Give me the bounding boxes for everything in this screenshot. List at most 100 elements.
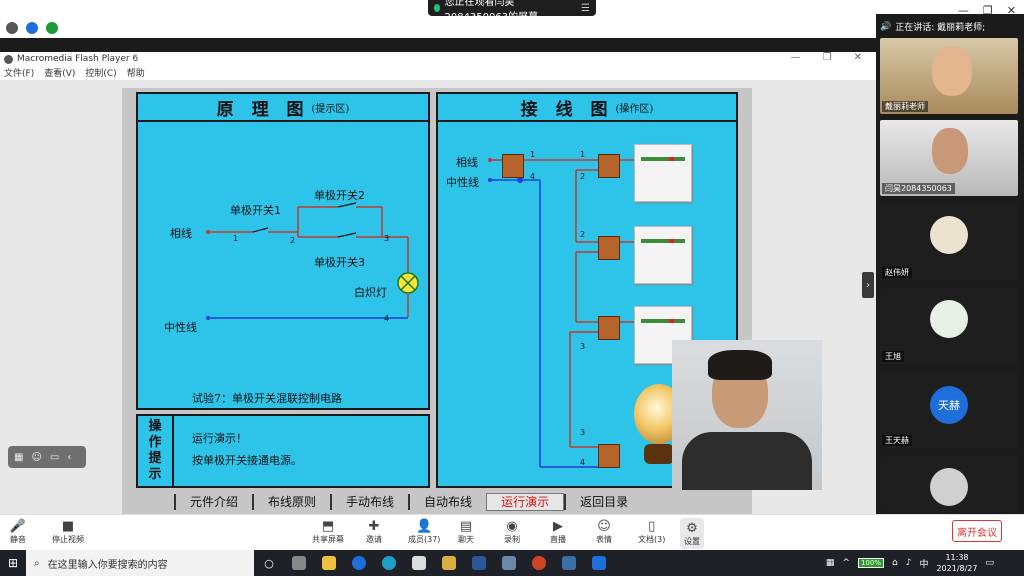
notification-icon[interactable]: ▭ [985, 558, 994, 568]
menu-icon[interactable]: ☰ [581, 3, 590, 14]
ops-line-1: 运行演示！ [192, 432, 247, 445]
wire-number: 1 [233, 234, 239, 243]
tab-run-demo[interactable]: 运行演示 [486, 493, 565, 511]
share-screen-button[interactable]: ⬒ 共享屏幕 [312, 518, 344, 545]
menu-file[interactable]: 文件(F) [4, 66, 34, 80]
wire-number: 3 [580, 428, 586, 437]
label-switch-3: 单极开关3 [314, 256, 365, 269]
presenter-video-overlay [672, 340, 822, 490]
participant-tile[interactable]: 戴丽莉老师 [880, 38, 1018, 114]
members-button[interactable]: 👤 成员(37) [408, 518, 440, 545]
network-icon[interactable]: ⌂ [892, 558, 898, 568]
chevron-up-icon[interactable]: ^ [842, 558, 850, 568]
share-banner[interactable]: 您正在观看闫昊2084350063的屏幕 ☰ [428, 0, 596, 23]
signal-icon[interactable] [46, 22, 58, 34]
tray-icon[interactable]: ▦ [826, 558, 835, 568]
experiment-caption: 试验7：单极开关混联控制电路 [192, 392, 342, 405]
file-explorer-icon[interactable] [314, 550, 344, 576]
chat-button[interactable]: ▤ 聊天 [458, 518, 474, 545]
wire-number: 2 [290, 236, 296, 245]
members-icon: 👤 [416, 518, 433, 534]
participant-tile[interactable] [880, 456, 1018, 512]
face-icon[interactable]: ☺ [31, 452, 41, 463]
windows-start-icon[interactable]: ⊞ [0, 550, 26, 576]
lamp-base-icon [644, 444, 674, 464]
edge-icon[interactable] [374, 550, 404, 576]
docs-button[interactable]: ▯ 文档(3) [638, 518, 665, 545]
taskbar-app-icon[interactable] [494, 550, 524, 576]
taskbar-app-icon[interactable] [344, 550, 374, 576]
tab-components[interactable]: 元件介绍 [174, 494, 252, 510]
stop-video-label: 停止视频 [52, 535, 84, 544]
record-label: 录制 [504, 535, 520, 544]
participant-name: 戴丽莉老师 [882, 101, 928, 112]
info-icon[interactable] [6, 22, 18, 34]
search-placeholder: 在这里输入你要搜索的内容 [47, 559, 168, 571]
meeting-app-icon[interactable] [584, 550, 614, 576]
ops-title-char: 示 [148, 467, 162, 482]
windows-taskbar: ⊞ ⌕ 在这里输入你要搜索的内容 ○ ▦ ^ 100% ⌂ ♪ 中 11:38 … [0, 550, 1024, 576]
settings-button[interactable]: ⚙ 设置 [680, 518, 704, 549]
taskbar-app-icon[interactable] [434, 550, 464, 576]
ops-title-char: 提 [148, 451, 162, 466]
live-button[interactable]: ▶ 直播 [550, 518, 566, 545]
record-button[interactable]: ◉ 录制 [504, 518, 520, 545]
participant-tile[interactable]: 天赫 王天赫 [880, 372, 1018, 448]
collapse-sidebar-icon[interactable]: › [862, 272, 874, 298]
wire-number: 2 [580, 172, 586, 181]
label-switch-2: 单极开关2 [314, 189, 365, 202]
clock-date: 2021/8/27 [936, 564, 978, 573]
invite-button[interactable]: ✚ 邀请 [366, 518, 382, 545]
menu-help[interactable]: 帮助 [127, 66, 145, 80]
taskbar-app-icon[interactable] [284, 550, 314, 576]
clock[interactable]: 11:38 2021/8/27 [936, 552, 977, 574]
taskbar-app-icon[interactable] [404, 550, 434, 576]
grid-icon[interactable]: ▦ [14, 452, 23, 463]
tab-manual-wiring[interactable]: 手动布线 [330, 494, 408, 510]
flash-title: Macromedia Flash Player 6 [17, 54, 139, 64]
lesson-nav: 元件介绍 布线原则 手动布线 自动布线 运行演示 返回目录 [122, 490, 752, 514]
tab-back-to-index[interactable]: 返回目录 [564, 494, 642, 510]
menu-control[interactable]: 控制(C) [85, 66, 116, 80]
stop-video-button[interactable]: ■ 停止视频 [52, 518, 84, 545]
word-icon[interactable] [464, 550, 494, 576]
speaking-label: 正在讲话: 戴丽莉老师; [895, 23, 986, 33]
tab-wiring-principle[interactable]: 布线原则 [252, 494, 330, 510]
caption-icon[interactable]: ▭ [50, 452, 59, 463]
chevron-left-icon[interactable]: ‹ [67, 452, 71, 463]
flash-icon[interactable] [554, 550, 584, 576]
participant-tile[interactable]: 赵伟妍 [880, 204, 1018, 280]
share-label: 共享屏幕 [312, 535, 344, 544]
participant-tile[interactable]: 闫昊2084350063 [880, 120, 1018, 196]
participant-name: 王天赫 [882, 435, 912, 446]
share-banner-text: 您正在观看闫昊2084350063的屏幕 [444, 0, 539, 23]
reactions-button[interactable]: ☺ 表情 [596, 518, 612, 545]
ops-line-2: 按单极开关接通电源。 [192, 454, 302, 467]
volume-icon[interactable]: ♪ [906, 558, 912, 568]
smiley-icon: ☺ [597, 518, 611, 534]
wall-switch-1[interactable] [634, 144, 692, 202]
flash-minimize-icon[interactable]: — [791, 52, 801, 63]
task-view-icon[interactable]: ○ [254, 550, 284, 576]
flash-restore-icon[interactable]: ❐ [823, 52, 832, 63]
share-icon: ⬒ [321, 518, 335, 534]
flash-logo-icon [4, 54, 13, 64]
battery-indicator[interactable]: 100% [857, 558, 884, 568]
label-neutral: 中性线 [164, 321, 197, 334]
top-bar: 您正在观看闫昊2084350063的屏幕 ☰ — ❐ ✕ [0, 0, 1024, 38]
powerpoint-icon[interactable] [524, 550, 554, 576]
tab-auto-wiring[interactable]: 自动布线 [408, 494, 486, 510]
taskbar-search[interactable]: ⌕ 在这里输入你要搜索的内容 [26, 550, 254, 576]
ime-icon[interactable]: 中 [919, 557, 928, 570]
principle-panel: 原 理 图 (提示区) 相线 单极开关1 单极开关2 单极开关3 白炽灯 中性线… [136, 92, 430, 410]
menu-view[interactable]: 查看(V) [44, 66, 75, 80]
shield-icon[interactable] [26, 22, 38, 34]
wiring-label-phase: 相线 [456, 156, 478, 169]
camera-icon: ■ [61, 518, 75, 534]
chat-label: 聊天 [458, 535, 474, 544]
wall-switch-2[interactable] [634, 226, 692, 284]
flash-close-icon[interactable]: ✕ [854, 52, 862, 63]
mute-button[interactable]: 🎤 静音 [10, 518, 26, 545]
participant-tile[interactable]: 王旭 [880, 288, 1018, 364]
leave-meeting-button[interactable]: 离开会议 [952, 520, 1002, 542]
